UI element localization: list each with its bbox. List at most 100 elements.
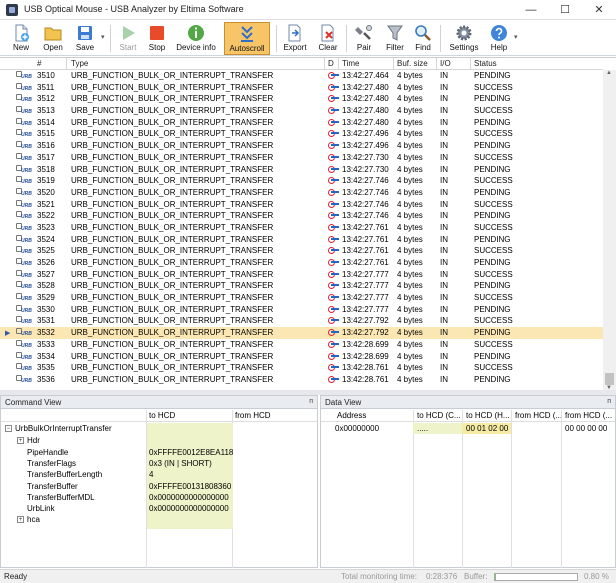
table-row[interactable]: URB 3512 URB_FUNCTION_BULK_OR_INTERRUPT_TR… [0, 93, 603, 105]
col-header-buf-size[interactable]: Buf. size [397, 59, 428, 68]
table-row[interactable]: URB 3531 URB_FUNCTION_BULK_OR_INTERRUPT_TR… [0, 315, 603, 327]
cell-io: IN [440, 304, 448, 314]
pair-button[interactable]: Pair [350, 22, 378, 55]
table-row[interactable]: URB 3534 URB_FUNCTION_BULK_OR_INTERRUPT_TR… [0, 351, 603, 363]
col-header-from-hcd-char[interactable]: from HCD (... [515, 411, 562, 420]
to-hcd-hex-cell: 00 01 02 00 [466, 424, 509, 433]
table-row[interactable]: URB 3514 URB_FUNCTION_BULK_OR_INTERRUPT_TR… [0, 117, 603, 129]
collapse-icon[interactable]: − [5, 425, 12, 432]
minimize-button[interactable]: — [514, 0, 548, 20]
help-dropdown-icon[interactable]: ▾ [514, 33, 518, 41]
direction-in-icon [328, 247, 339, 255]
table-row[interactable]: URB 3535 URB_FUNCTION_BULK_OR_INTERRUPT_TR… [0, 362, 603, 374]
maximize-button[interactable]: ☐ [548, 0, 582, 20]
cell-type: URB_FUNCTION_BULK_OR_INTERRUPT_TRANSFER [71, 187, 274, 197]
table-row[interactable]: URB 3515 URB_FUNCTION_BULK_OR_INTERRUPT_TR… [0, 128, 603, 140]
col-header-from-hcd[interactable]: from HCD [235, 411, 271, 420]
pin-icon[interactable]: ᴨ [309, 398, 313, 405]
cell-status: SUCCESS [474, 269, 513, 279]
col-header-direction[interactable]: D [328, 59, 334, 68]
table-row[interactable]: URB 3527 URB_FUNCTION_BULK_OR_INTERRUPT_TR… [0, 269, 603, 281]
col-header-time[interactable]: Time [342, 59, 359, 68]
col-header-io[interactable]: I/O [440, 59, 451, 68]
col-header-type[interactable]: Type [71, 59, 88, 68]
grid-scrollbar[interactable]: ▲ ▼ [603, 70, 616, 390]
export-button[interactable]: Export [280, 22, 310, 55]
table-row[interactable]: URB 3526 URB_FUNCTION_BULK_OR_INTERRUPT_TR… [0, 257, 603, 269]
settings-button[interactable]: Settings [446, 22, 482, 55]
data-view-header: Address to HCD (C... to HCD (H... from H… [321, 410, 615, 422]
table-row[interactable]: URB 3511 URB_FUNCTION_BULK_OR_INTERRUPT_TR… [0, 82, 603, 94]
table-row[interactable]: URB 3521 URB_FUNCTION_BULK_OR_INTERRUPT_TR… [0, 199, 603, 211]
expand-icon[interactable]: + [17, 437, 24, 444]
col-header-address[interactable]: Address [337, 411, 366, 420]
cell-io: IN [440, 176, 448, 186]
table-row[interactable]: URB 3528 URB_FUNCTION_BULK_OR_INTERRUPT_TR… [0, 280, 603, 292]
scroll-up-icon[interactable]: ▲ [606, 70, 612, 76]
help-button[interactable]: Help [486, 22, 512, 55]
autoscroll-button[interactable]: Autoscroll [224, 22, 270, 55]
save-button[interactable]: Save [70, 22, 100, 55]
clear-button[interactable]: Clear [314, 22, 342, 55]
filter-button[interactable]: Filter [381, 22, 409, 55]
help-label: Help [490, 43, 508, 52]
save-dropdown-icon[interactable]: ▾ [101, 33, 105, 41]
status-ready: Ready [4, 572, 28, 581]
col-header-status[interactable]: Status [474, 59, 497, 68]
table-row[interactable]: URB 3519 URB_FUNCTION_BULK_OR_INTERRUPT_TR… [0, 175, 603, 187]
status-bar: Ready Total monitoring time: 0:28:376 Bu… [0, 569, 616, 583]
table-row[interactable]: URB 3516 URB_FUNCTION_BULK_OR_INTERRUPT_TR… [0, 140, 603, 152]
cell-status: PENDING [474, 281, 511, 291]
table-row[interactable]: URB 3518 URB_FUNCTION_BULK_OR_INTERRUPT_TR… [0, 164, 603, 176]
new-button[interactable]: New [6, 22, 36, 55]
cell-type: URB_FUNCTION_BULK_OR_INTERRUPT_TRANSFER [71, 269, 274, 279]
table-row[interactable]: URB 3525 URB_FUNCTION_BULK_OR_INTERRUPT_TR… [0, 245, 603, 257]
expand-icon[interactable]: + [17, 516, 24, 523]
cell-buf-size: 4 bytes [397, 152, 423, 162]
close-button[interactable]: ✕ [582, 0, 616, 20]
col-header-to-hcd-char[interactable]: to HCD (C... [417, 411, 461, 420]
table-row[interactable]: URB 3533 URB_FUNCTION_BULK_OR_INTERRUPT_TR… [0, 339, 603, 351]
cell-io: IN [440, 328, 448, 338]
cell-status: SUCCESS [474, 222, 513, 232]
open-button[interactable]: Open [38, 22, 68, 55]
table-row[interactable]: URB 3520 URB_FUNCTION_BULK_OR_INTERRUPT_TR… [0, 187, 603, 199]
urb-icon: URB [16, 129, 32, 138]
cell-io: IN [440, 316, 448, 326]
tree-node-label: hca [27, 515, 40, 524]
table-row[interactable]: URB 3523 URB_FUNCTION_BULK_OR_INTERRUPT_TR… [0, 222, 603, 234]
start-button[interactable]: Start [114, 22, 142, 55]
table-row[interactable]: URB 3513 URB_FUNCTION_BULK_OR_INTERRUPT_TR… [0, 105, 603, 117]
save-label: Save [75, 43, 95, 52]
col-header-to-hcd[interactable]: to HCD [149, 411, 175, 420]
col-header-to-hcd-hex[interactable]: to HCD (H... [466, 411, 510, 420]
table-row[interactable]: URB 3517 URB_FUNCTION_BULK_OR_INTERRUPT_TR… [0, 152, 603, 164]
table-row[interactable]: ▶ URB 3532 URB_FUNCTION_BULK_OR_INTERRUPT_T… [0, 327, 603, 339]
find-button[interactable]: Find [410, 22, 436, 55]
cell-status: PENDING [474, 258, 511, 267]
device-info-button[interactable]: Device info [175, 22, 217, 55]
cell-buf-size: 4 bytes [397, 82, 423, 92]
pin-icon[interactable]: ᴨ [607, 398, 611, 405]
cell-buf-size: 4 bytes [397, 363, 423, 373]
to-hcd-highlight [147, 423, 233, 529]
table-row[interactable]: URB 3529 URB_FUNCTION_BULK_OR_INTERRUPT_TR… [0, 292, 603, 304]
table-row[interactable]: URB 3510 URB_FUNCTION_BULK_OR_INTERRUPT_TR… [0, 70, 603, 82]
table-row[interactable]: URB 3522 URB_FUNCTION_BULK_OR_INTERRUPT_TR… [0, 210, 603, 222]
table-row[interactable]: URB 3524 URB_FUNCTION_BULK_OR_INTERRUPT_TR… [0, 234, 603, 246]
table-row[interactable]: URB 3536 URB_FUNCTION_BULK_OR_INTERRUPT_TR… [0, 374, 603, 386]
cell-time: 13:42:28.699 [342, 339, 389, 349]
field-name: PipeHandle [27, 448, 69, 457]
cell-time: 13:42:27.746 [342, 199, 389, 209]
stop-button[interactable]: Stop [143, 22, 171, 55]
help-icon [491, 25, 507, 41]
cell-type: URB_FUNCTION_BULK_OR_INTERRUPT_TRANSFER [71, 363, 274, 373]
col-header-from-hcd-hex[interactable]: from HCD (... [565, 411, 612, 420]
toolbar: New Open Save ▾ Start Stop Device info A… [0, 21, 616, 56]
data-row[interactable]: 0x00000000 ..... 00 01 02 00 00 00 00 00 [321, 423, 615, 434]
col-header-number[interactable]: # [37, 59, 41, 68]
urb-icon: URB [16, 187, 32, 197]
table-row[interactable]: URB 3530 URB_FUNCTION_BULK_OR_INTERRUPT_TR… [0, 304, 603, 316]
scroll-thumb[interactable] [605, 373, 614, 385]
urb-icon: URB [16, 351, 32, 361]
